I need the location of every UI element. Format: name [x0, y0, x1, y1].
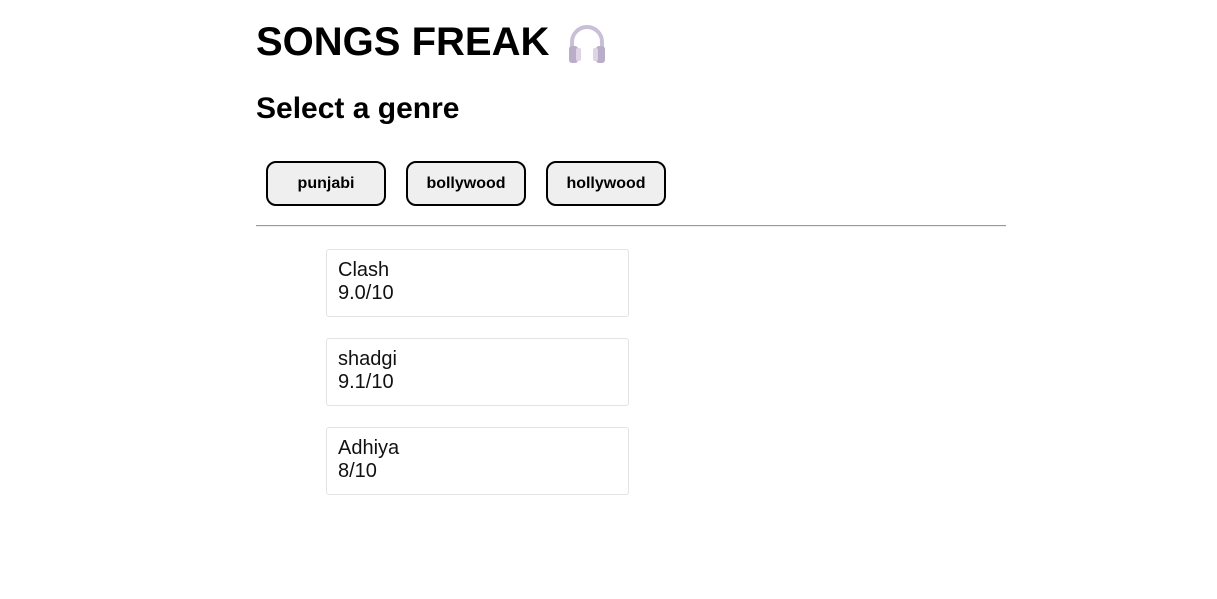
song-name: shadgi — [338, 348, 397, 370]
song-card: Adhiya 8/10 — [326, 427, 629, 495]
song-name: Adhiya — [338, 437, 400, 459]
genre-button-group: punjabi bollywood hollywood — [266, 161, 666, 206]
divider — [256, 225, 1006, 227]
song-rating: 9.1/10 — [338, 371, 394, 393]
song-card: shadgi 9.1/10 — [326, 338, 629, 406]
song-card: Clash 9.0/10 — [326, 249, 629, 317]
app-title-text: SONGS FREAK — [256, 20, 550, 64]
app-title: SONGS FREAK — [256, 18, 607, 66]
song-name: Clash — [338, 259, 390, 281]
genre-button-hollywood[interactable]: hollywood — [546, 161, 666, 206]
genre-button-punjabi[interactable]: punjabi — [266, 161, 386, 206]
song-list: Clash 9.0/10 shadgi 9.1/10 Adhiya 8/10 — [326, 249, 629, 516]
genre-button-bollywood[interactable]: bollywood — [406, 161, 526, 206]
song-rating: 8/10 — [338, 460, 377, 482]
song-rating: 9.0/10 — [338, 282, 394, 304]
headphones-icon — [567, 22, 607, 66]
genre-heading: Select a genre — [256, 92, 460, 125]
